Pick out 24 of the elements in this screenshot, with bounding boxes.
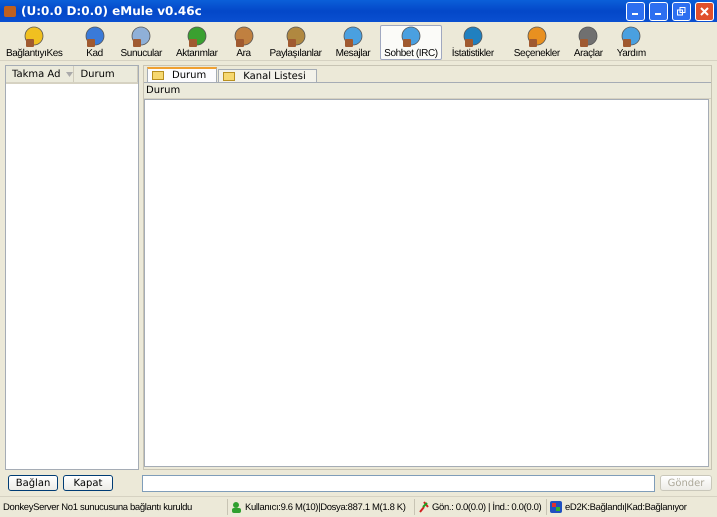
close-channel-button[interactable]: Kapat <box>63 475 113 491</box>
connect-button[interactable]: Bağlan <box>8 475 58 491</box>
tab[interactable]: Kanal Listesi <box>218 69 317 82</box>
users-status: Kullanıcı:9.6 M(10)|Dosya:887.1 M(1.8 K) <box>245 502 406 512</box>
toolbar-button[interactable]: BağlantıyıKes <box>2 25 67 60</box>
toolbar-button[interactable]: Seçenekler <box>510 25 564 60</box>
toolbar-button[interactable]: Araçlar <box>570 25 607 60</box>
column-header[interactable]: Takma Ad <box>6 66 74 82</box>
toolbar-button[interactable]: Sunucular <box>116 25 166 60</box>
toolbar-button[interactable]: Aktarımlar <box>172 25 222 60</box>
toolbar-button[interactable]: Kad <box>78 25 111 60</box>
status-message: DonkeyServer No1 sunucusuna bağlantı kuruldu <box>3 502 192 512</box>
toolbar-button[interactable]: Ara <box>228 25 260 60</box>
network-status: eD2K:Bağlandı|Kad:Bağlanıyor <box>565 502 687 512</box>
toolbar-button[interactable]: İstatistikler <box>448 25 498 60</box>
window-title: (U:0.0 D:0.0) eMule v0.46c <box>21 4 203 18</box>
toolbar-button[interactable]: Yardım <box>612 25 650 60</box>
toolbar-button[interactable]: Sohbet (IRC) <box>380 25 442 60</box>
toolbar-button[interactable]: Mesajlar <box>332 25 374 60</box>
column-header[interactable]: Durum <box>144 83 711 99</box>
toolbar-button[interactable]: Paylaşılanlar <box>266 25 326 60</box>
tab[interactable]: Durum <box>147 67 218 82</box>
transfer-status: Gön.: 0.0(0.0) | İnd.: 0.0(0.0) <box>432 502 542 512</box>
column-header[interactable]: Durum <box>74 66 138 82</box>
